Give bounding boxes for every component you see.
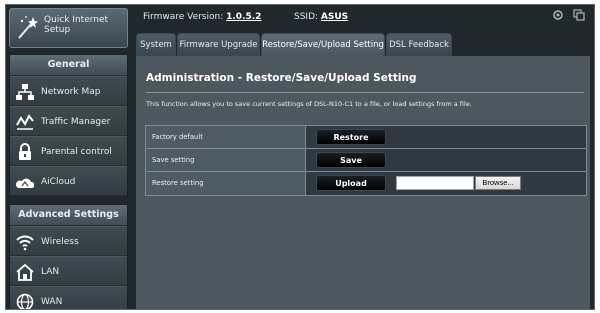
page-description: This function allows you to save current…	[146, 100, 472, 108]
sidebar-item-label: Network Map	[41, 87, 101, 97]
upload-button[interactable]: Upload	[316, 175, 386, 191]
save-setting-label: Save setting	[146, 149, 306, 171]
settings-table: Factory default Restore Save setting Sav…	[145, 125, 587, 196]
wan-globe-icon	[16, 293, 34, 309]
general-group-title: General	[10, 55, 127, 76]
firmware-label: Firmware Version:	[143, 12, 224, 22]
advanced-settings-menu-group: Advanced Settings Wireless LAN WAN	[9, 204, 128, 309]
general-menu-group: General Network Map Traffic Manager Pare…	[9, 54, 128, 197]
advanced-settings-group-title: Advanced Settings	[10, 205, 127, 226]
browse-button[interactable]: Browse...	[475, 176, 521, 190]
network-map-icon	[16, 84, 34, 100]
router-admin-window: Quick Internet Setup General Network Map…	[5, 4, 595, 310]
tab-firmware-upgrade[interactable]: Firmware Upgrade	[177, 33, 260, 56]
firmware-version-link[interactable]: 1.0.5.2	[226, 12, 261, 22]
tab-system[interactable]: System	[136, 33, 176, 56]
sidebar-item-label: WAN	[41, 297, 63, 307]
tab-restore-save-upload[interactable]: Restore/Save/Upload Setting	[261, 33, 385, 56]
ssid-link[interactable]: ASUS	[321, 12, 348, 22]
table-row: Restore setting Upload Browse...	[146, 172, 586, 195]
save-button[interactable]: Save	[316, 152, 386, 168]
header-icons	[546, 9, 585, 24]
sidebar-item-label: AiCloud	[41, 177, 76, 187]
parental-control-icon	[19, 143, 31, 160]
lan-icon	[16, 263, 34, 281]
sidebar-item-label: LAN	[41, 267, 60, 277]
sidebar-item-parental-control[interactable]: Parental control	[10, 136, 127, 166]
wireless-icon	[16, 235, 34, 251]
sidebar-item-label: Parental control	[41, 147, 112, 157]
tab-dsl-feedback[interactable]: DSL Feedback	[386, 33, 452, 56]
restore-setting-value-cell: Upload Browse...	[306, 172, 586, 195]
header-bar: Firmware Version: 1.0.5.2 SSID: ASUS	[133, 5, 594, 30]
sidebar-item-network-map[interactable]: Network Map	[10, 76, 127, 106]
sidebar-item-lan[interactable]: LAN	[10, 256, 127, 286]
traffic-manager-icon	[16, 114, 34, 130]
file-path-input[interactable]	[396, 176, 474, 190]
save-setting-value-cell: Save	[306, 149, 586, 171]
factory-default-value-cell: Restore	[306, 126, 586, 148]
table-row: Factory default Restore	[146, 126, 586, 149]
sidebar-item-wireless[interactable]: Wireless	[10, 226, 127, 256]
sidebar-item-aicloud[interactable]: AiCloud	[10, 166, 127, 196]
quick-internet-setup-label: Quick Internet Setup	[44, 15, 109, 35]
page-title: Administration - Restore/Save/Upload Set…	[146, 72, 417, 84]
factory-default-label: Factory default	[146, 126, 306, 148]
sidebar-item-label: Traffic Manager	[41, 117, 111, 127]
table-row: Save setting Save	[146, 149, 586, 172]
sidebar-item-traffic-manager[interactable]: Traffic Manager	[10, 106, 127, 136]
aicloud-icon	[16, 178, 34, 188]
ssid-label: SSID:	[294, 12, 319, 22]
firmware-version-text: Firmware Version: 1.0.5.2	[143, 12, 261, 22]
restore-button[interactable]: Restore	[316, 129, 386, 145]
restore-setting-label: Restore setting	[146, 172, 306, 195]
magic-wand-icon	[18, 16, 38, 39]
ssid-text: SSID: ASUS	[294, 12, 348, 22]
quick-internet-setup-button[interactable]: Quick Internet Setup	[9, 8, 128, 48]
title-divider	[146, 92, 584, 93]
settings-gear-icon[interactable]	[552, 9, 564, 21]
copy-windows-icon[interactable]	[573, 9, 585, 21]
content-panel: Administration - Restore/Save/Upload Set…	[136, 56, 590, 309]
sidebar-item-label: Wireless	[41, 237, 79, 247]
sidebar-item-wan[interactable]: WAN	[10, 286, 127, 309]
